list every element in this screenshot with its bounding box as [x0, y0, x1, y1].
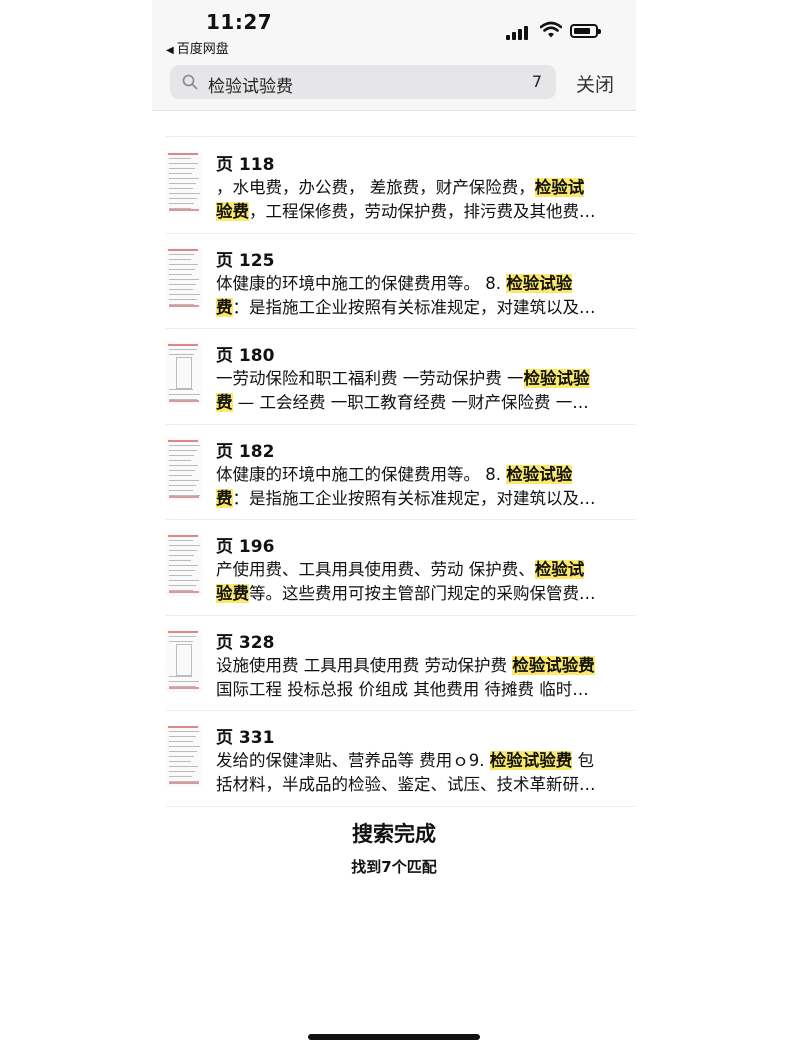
snippet-line: 费 — 工会经费 一职工教育经费 一财产保险费 一… — [216, 391, 636, 415]
page-thumbnail — [166, 152, 202, 214]
search-highlight: 费 — [216, 488, 233, 508]
snippet-line: 体健康的环境中施工的保健费用等。 8. 检验试验 — [216, 272, 636, 296]
snippet-line: 验费等。这些费用可按主管部门规定的采购保管费… — [216, 582, 636, 606]
page-thumbnail — [166, 725, 202, 787]
result-snippet: 体健康的环境中施工的保健费用等。 8. 检验试验 费：是指施工企业按照有关标准规定… — [216, 272, 636, 320]
snippet-line: 国际工程 投标总报 价组成 其他费用 待摊费 临时… — [216, 678, 636, 702]
snippet-text: ：是指施工企业按照有关标准规定，对建筑以及… — [232, 297, 596, 317]
result-page-number: 页 328 — [216, 632, 275, 653]
home-indicator[interactable] — [308, 1034, 480, 1040]
back-app-label: 百度网盘 — [176, 42, 229, 57]
search-results-list: 页 118 ，水电费，办公费， 差旅费，财产保险费，检验试 验费，工程保修费，劳动保… — [152, 138, 636, 807]
snippet-text: 产使用费、工具用具使用费、劳动 保护费、 — [216, 560, 535, 579]
snippet-text: ，工程保修费，劳动保护费，排污费及其他费… — [249, 202, 596, 221]
status-time: 11:27 — [206, 10, 273, 34]
search-highlight: 验费 — [216, 202, 249, 221]
search-highlight: 检验试 — [534, 560, 585, 579]
search-highlight: 验费 — [216, 584, 249, 603]
back-to-app-link[interactable]: ◀ 百度网盘 — [166, 38, 229, 57]
wifi-icon — [540, 21, 562, 38]
snippet-text: — 工会经费 一职工教育经费 一财产保险费 一… — [232, 393, 589, 412]
snippet-text: 体健康的环境中施工的保健费用等。 8. — [216, 464, 507, 484]
snippet-line: 一劳动保险和职工福利费 一劳动保护费 一检验试验 — [216, 367, 636, 391]
search-result-row[interactable]: 页 180 一劳动保险和职工福利费 一劳动保护费 一检验试验费 — 工会经费 一职… — [166, 329, 636, 425]
search-complete-title: 搜索完成 — [352, 822, 436, 846]
result-page-number: 页 125 — [216, 250, 275, 271]
snippet-text: ，水电费，办公费， 差旅费，财产保险费， — [216, 178, 535, 197]
search-result-row[interactable]: 页 118 ，水电费，办公费， 差旅费，财产保险费，检验试 验费，工程保修费，劳动保… — [166, 138, 636, 234]
page-thumbnail — [166, 247, 202, 310]
page-thumbnail — [166, 534, 202, 596]
result-page-number: 页 331 — [216, 728, 275, 748]
snippet-text: 设施使用费 工具用具使用费 劳动保护费 — [216, 655, 513, 675]
search-icon — [182, 74, 198, 90]
snippet-line: 体健康的环境中施工的保健费用等。 8. 检验试验 — [216, 463, 636, 487]
close-button[interactable]: 关闭 — [576, 70, 614, 97]
result-page-number: 页 182 — [216, 441, 275, 462]
page-thumbnail — [166, 629, 202, 692]
search-highlight: 检验试验费 — [489, 751, 573, 770]
snippet-text: 国际工程 投标总报 价组成 其他费用 待摊费 临时… — [216, 679, 589, 699]
search-result-row[interactable]: 页 125 体健康的环境中施工的保健费用等。 8. 检验试验 费：是指施工企业按照有… — [166, 234, 636, 329]
search-complete: 搜索完成 找到7个匹配 — [152, 818, 636, 877]
result-page-number: 页 196 — [216, 537, 275, 557]
snippet-text: 体健康的环境中施工的保健费用等。 8. — [216, 273, 507, 293]
snippet-line: 费：是指施工企业按照有关标准规定，对建筑以及… — [216, 296, 636, 320]
page-thumbnail — [166, 343, 202, 405]
search-bar: 检验试验费 7 关闭 — [152, 58, 636, 111]
divider — [166, 136, 636, 137]
match-count: 7 — [531, 72, 542, 91]
result-snippet: 一劳动保险和职工福利费 一劳动保护费 一检验试验费 — 工会经费 一职工教育经费… — [216, 367, 636, 415]
snippet-line: ，水电费，办公费， 差旅费，财产保险费，检验试 — [216, 176, 636, 200]
snippet-line: 产使用费、工具用具使用费、劳动 保护费、检验试 — [216, 558, 636, 582]
snippet-text: 等。这些费用可按主管部门规定的采购保管费… — [249, 584, 596, 603]
result-snippet: 设施使用费 工具用具使用费 劳动保护费 检验试验费 国际工程 投标总报 价组成 其… — [216, 654, 636, 702]
page-thumbnail — [166, 438, 202, 501]
snippet-line: 发给的保健津贴、营养品等 费用ｏ9. 检验试验费 包 — [216, 749, 636, 773]
result-snippet: ，水电费，办公费， 差旅费，财产保险费，检验试 验费，工程保修费，劳动保护费，排污… — [216, 176, 636, 224]
phone-screen: 11:27 ◀ 百度网盘 检验试验费 7 关闭 页 118 ，水电费，办公费， 差旅… — [152, 0, 636, 1051]
search-highlight: 费 — [216, 297, 233, 317]
search-highlight: 费 — [216, 393, 233, 412]
snippet-text: 括材料，半成品的检验、鉴定、试压、技术革新研… — [216, 775, 596, 794]
snippet-line: 费：是指施工企业按照有关标准规定，对建筑以及… — [216, 487, 636, 511]
search-input[interactable]: 检验试验费 7 — [170, 65, 556, 99]
result-page-number: 页 180 — [216, 346, 275, 366]
snippet-line: 设施使用费 工具用具使用费 劳动保护费 检验试验费 — [216, 654, 636, 678]
search-highlight: 检验试验费 — [512, 655, 595, 675]
search-result-row[interactable]: 页 331 发给的保健津贴、营养品等 费用ｏ9. 检验试验费 包括材料，半成品的检… — [166, 711, 636, 807]
snippet-text: ：是指施工企业按照有关标准规定，对建筑以及… — [232, 488, 596, 508]
match-summary: 找到7个匹配 — [351, 858, 437, 876]
search-result-row[interactable]: 页 196 产使用费、工具用具使用费、劳动 保护费、检验试 验费等。这些费用可按主管… — [166, 520, 636, 616]
back-triangle-icon: ◀ — [166, 45, 174, 56]
result-page-number: 页 118 — [216, 155, 275, 175]
snippet-line: 验费，工程保修费，劳动保护费，排污费及其他费… — [216, 200, 636, 224]
status-bar: 11:27 ◀ 百度网盘 — [152, 0, 636, 58]
snippet-text: 包 — [572, 751, 594, 770]
snippet-text: 一劳动保险和职工福利费 一劳动保护费 一 — [216, 369, 524, 388]
search-highlight: 检验试 — [534, 178, 585, 197]
result-snippet: 体健康的环境中施工的保健费用等。 8. 检验试验 费：是指施工企业按照有关标准规定… — [216, 463, 636, 511]
search-result-row[interactable]: 页 328 设施使用费 工具用具使用费 劳动保护费 检验试验费 国际工程 投标总报 … — [166, 616, 636, 711]
search-highlight: 检验试验 — [523, 369, 590, 388]
search-result-row[interactable]: 页 182 体健康的环境中施工的保健费用等。 8. 检验试验 费：是指施工企业按照有… — [166, 425, 636, 520]
search-highlight: 检验试验 — [506, 464, 573, 484]
cellular-signal-icon — [506, 24, 532, 40]
search-query: 检验试验费 — [208, 77, 293, 97]
battery-icon — [570, 24, 601, 38]
snippet-text: 发给的保健津贴、营养品等 费用ｏ9. — [216, 751, 490, 770]
result-snippet: 产使用费、工具用具使用费、劳动 保护费、检验试 验费等。这些费用可按主管部门规定的… — [216, 558, 636, 606]
search-highlight: 检验试验 — [506, 273, 573, 293]
result-snippet: 发给的保健津贴、营养品等 费用ｏ9. 检验试验费 包括材料，半成品的检验、鉴定、… — [216, 749, 636, 797]
snippet-line: 括材料，半成品的检验、鉴定、试压、技术革新研… — [216, 773, 636, 797]
